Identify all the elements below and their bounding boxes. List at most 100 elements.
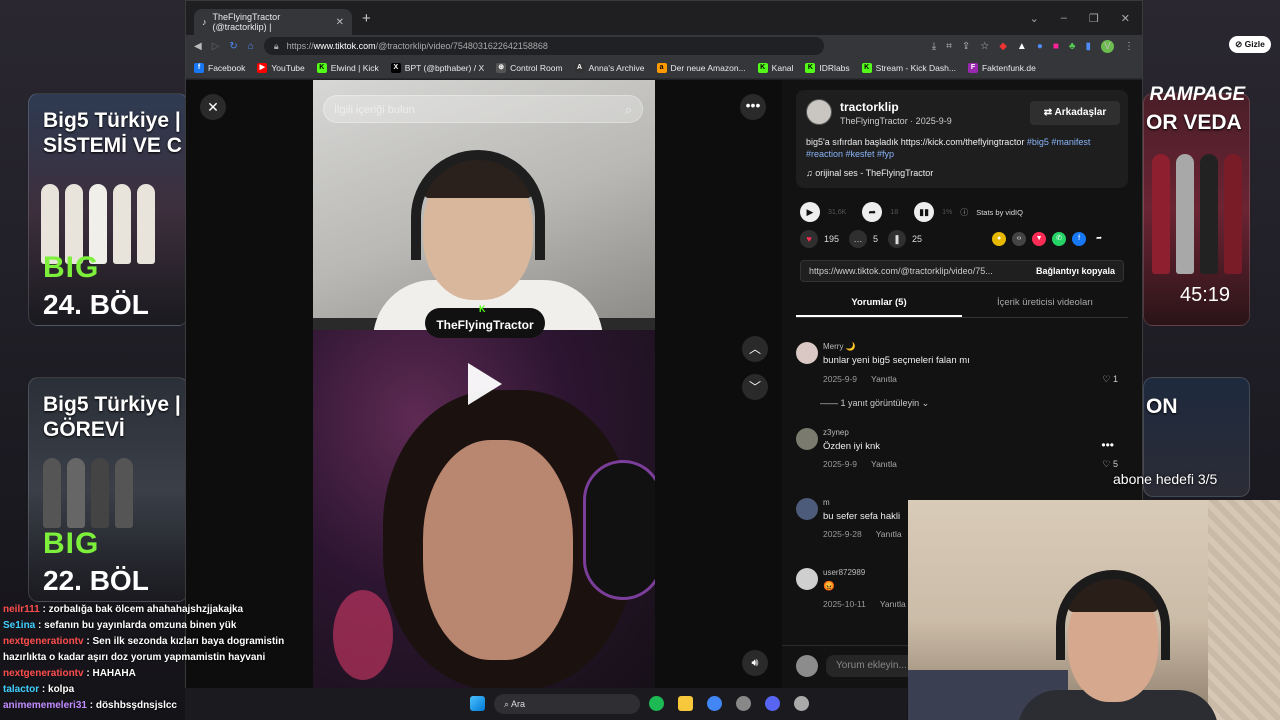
bookmark-item[interactable]: K IDRlabs — [805, 62, 850, 73]
reply-button[interactable]: Yanıtla — [876, 529, 902, 539]
bookmark-item[interactable]: A Anna's Archive — [574, 62, 645, 73]
close-tab-icon[interactable]: ✕ — [336, 17, 344, 28]
back-icon[interactable]: ◀ — [194, 41, 202, 52]
bookmark-item[interactable]: K Kanal — [757, 62, 793, 73]
app-icon[interactable] — [736, 696, 751, 711]
menu-icon[interactable]: ⋮ — [1124, 41, 1134, 52]
extension-icon[interactable]: ● — [1037, 41, 1043, 52]
chat-username[interactable]: nextgenerationtv — [3, 668, 84, 679]
tab-comments[interactable]: Yorumlar (5) — [796, 294, 962, 317]
close-window-button[interactable]: ✕ — [1121, 12, 1130, 25]
copy-link-button[interactable]: Bağlantıyı kopyala — [1036, 261, 1115, 281]
settings-icon[interactable] — [794, 696, 809, 711]
bookmark-item[interactable]: a Der neue Amazon... — [656, 62, 746, 73]
commenter-avatar[interactable] — [796, 498, 818, 520]
coin-icon[interactable]: ● — [992, 232, 1007, 246]
bookmark-item[interactable]: ⊕ Control Room — [496, 62, 563, 73]
windows-start-icon[interactable] — [470, 696, 485, 711]
commenter-name[interactable]: Merry 🌙 — [823, 342, 856, 351]
extension-icon[interactable]: ♣ — [1069, 41, 1076, 52]
sidebar-icon[interactable]: ▮ — [1085, 41, 1091, 52]
commenter-avatar[interactable] — [796, 568, 818, 590]
share-icon[interactable]: ⇪ — [962, 41, 970, 52]
taskbar-search[interactable]: ⌕ Ara — [494, 694, 640, 714]
comment-like[interactable]: ♡ 1 — [1102, 374, 1118, 385]
commenter-avatar[interactable] — [796, 428, 818, 450]
home-icon[interactable]: ⌂ — [248, 41, 254, 52]
maximize-button[interactable]: ❐ — [1089, 12, 1099, 25]
bookmark-item[interactable]: K Stream - Kick Dash... — [861, 62, 956, 73]
extension-icon[interactable]: ■ — [1053, 41, 1059, 52]
author-name[interactable]: tractorklip — [840, 100, 899, 114]
more-options-button[interactable]: ••• — [740, 94, 766, 120]
comment-button[interactable]: … 5 — [849, 230, 878, 248]
chat-username[interactable]: animememeleri31 — [3, 700, 87, 711]
chat-username[interactable]: Se1ina — [3, 620, 35, 631]
spotify-icon[interactable] — [649, 696, 664, 711]
comment-like[interactable]: ♡ 5 — [1102, 459, 1118, 470]
commenter-name[interactable]: z3ynep — [823, 428, 849, 437]
discord-icon[interactable] — [765, 696, 780, 711]
forward-icon[interactable]: ▷ — [212, 41, 220, 52]
volume-icon[interactable]: 🔊︎ — [742, 650, 768, 676]
friends-button[interactable]: ⇄ Arkadaşlar — [1030, 101, 1120, 125]
previous-video-button[interactable]: ︿ — [742, 336, 768, 362]
chrome-icon[interactable] — [707, 696, 722, 711]
translate-icon[interactable]: ⌗ — [946, 41, 952, 52]
bg-video-card-2[interactable]: Big5 Türkiye | GÖREVİ BIG 22. BÖL — [28, 377, 188, 602]
reply-button[interactable]: Yanıtla — [871, 459, 897, 469]
extension-icon[interactable]: ▲ — [1017, 41, 1027, 52]
swap-icon: ⇄ — [1043, 107, 1055, 118]
new-tab-button[interactable]: + — [362, 10, 371, 27]
profile-avatar[interactable]: V — [1101, 39, 1114, 53]
search-icon[interactable]: ⌕ — [625, 96, 632, 124]
bg-video-card-1[interactable]: Big5 Türkiye | SİSTEMİ VE C BIG 24. BÖL — [28, 93, 188, 326]
forward-share-icon[interactable]: ➦ — [862, 202, 883, 222]
chat-username[interactable]: neilr111 — [3, 604, 40, 615]
browser-tab[interactable]: ♪ TheFlyingTractor (@tractorklip) | ✕ — [194, 9, 352, 35]
bookmark-item[interactable]: f Facebook — [194, 62, 245, 73]
bookmark-item[interactable]: ▶ YouTube — [257, 62, 305, 73]
download-icon[interactable]: ⤓ — [932, 41, 936, 52]
extension-icon[interactable]: ◆ — [999, 41, 1007, 52]
view-replies-button[interactable]: —— 1 yanıt görüntüleyin ⌄ — [820, 398, 929, 409]
comment-text: 😡 — [823, 581, 835, 592]
music-info[interactable]: ♫ orijinal ses - TheFlyingTractor — [806, 168, 933, 178]
stats-icon[interactable]: ▮▮ — [914, 202, 935, 222]
save-button[interactable]: ❚ 25 — [888, 230, 922, 248]
bookmark-item[interactable]: F Faktenfunk.de — [967, 62, 1036, 73]
chevron-down-icon[interactable]: ⌄ — [1030, 12, 1039, 25]
chat-username[interactable]: nextgenerationtv — [3, 636, 84, 647]
embed-icon[interactable]: ‹› — [1012, 232, 1027, 246]
close-button[interactable]: ✕ — [200, 94, 226, 120]
reply-button[interactable]: Yanıtla — [871, 374, 897, 384]
author-avatar[interactable] — [806, 99, 832, 125]
commenter-name[interactable]: m — [823, 498, 830, 507]
send-icon[interactable]: ▼ — [1032, 232, 1047, 246]
reply-button[interactable]: Yanıtla — [880, 599, 906, 609]
search-input[interactable]: İlgili içeriği bulun ⌕ — [323, 95, 643, 123]
more-icon[interactable]: ••• — [1101, 438, 1114, 452]
gizle-button[interactable]: ⊘ Gizle — [1229, 36, 1271, 53]
next-video-button[interactable]: ﹀ — [742, 374, 768, 400]
bookmark-star-icon[interactable]: ☆ — [980, 41, 989, 52]
like-button[interactable]: ♥ 195 — [800, 230, 839, 248]
bookmark-item[interactable]: X BPT (@bpthaber) / X — [390, 62, 484, 73]
file-explorer-icon[interactable] — [678, 696, 693, 711]
address-bar[interactable]: 🔒︎ https://www.tiktok.com/@tractorklip/v… — [263, 37, 824, 55]
commenter-avatar[interactable] — [796, 342, 818, 364]
bookmark-item[interactable]: K Elwind | Kick — [316, 62, 379, 73]
tab-creator-videos[interactable]: İçerik üreticisi videoları — [962, 294, 1128, 317]
play-icon[interactable]: ▶ — [800, 202, 820, 222]
commenter-name[interactable]: user872989 — [823, 568, 865, 577]
whatsapp-icon[interactable]: ✆ — [1052, 232, 1067, 246]
reload-icon[interactable]: ↻ — [229, 41, 237, 52]
share-arrow-icon[interactable]: ➦ — [1092, 232, 1106, 246]
chat-username[interactable]: talactor — [3, 684, 39, 695]
minimize-button[interactable]: – — [1061, 12, 1067, 25]
facebook-icon[interactable]: f — [1072, 232, 1087, 246]
hashtags[interactable]: #big5 #manifest — [1027, 137, 1091, 147]
video-player[interactable]: K TheFlyingTractor İlgili içeriği bulun ⌕ — [313, 80, 655, 688]
hashtags[interactable]: #reaction #kesfet #fyp — [806, 149, 894, 159]
play-icon[interactable] — [468, 363, 502, 405]
